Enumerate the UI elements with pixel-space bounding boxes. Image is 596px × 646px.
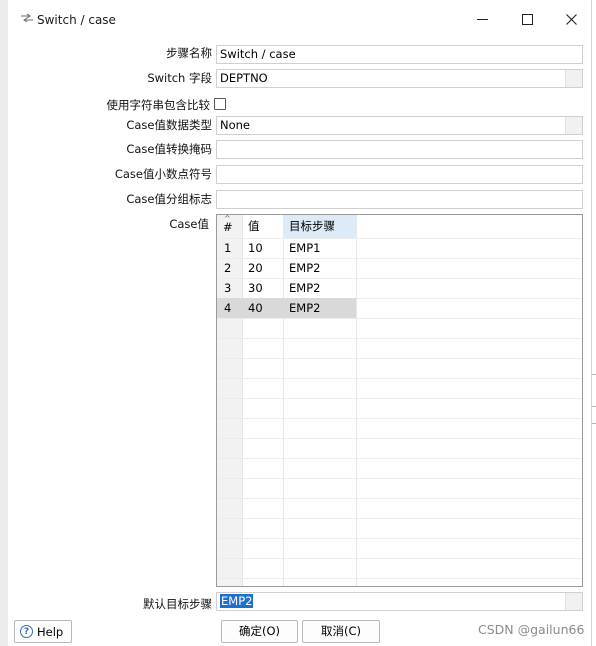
table-cell-value[interactable]: 40	[248, 299, 263, 318]
row-number: 1	[224, 241, 232, 255]
table-cell-target[interactable]: EMP2	[289, 299, 320, 318]
row-number: 3	[224, 281, 232, 295]
grouping-symbol-label: Case值分组标志	[126, 192, 212, 206]
grouping-symbol-input[interactable]	[216, 190, 583, 209]
decimal-symbol-input[interactable]	[216, 165, 583, 184]
default-target-dropdown-arrow[interactable]	[565, 593, 582, 610]
switch-field-dropdown-arrow[interactable]	[565, 70, 582, 87]
switch-field-value: DEPTNO	[220, 71, 268, 85]
case-data-type-dropdown-arrow[interactable]	[565, 117, 582, 134]
decimal-symbol-label: Case值小数点符号	[114, 167, 212, 181]
step-name-input[interactable]: Switch / case	[216, 45, 583, 64]
case-values-label: Case值	[169, 217, 209, 231]
table-header-value[interactable]: 值	[243, 215, 283, 238]
table-cell-value[interactable]: 10	[248, 239, 263, 258]
help-button[interactable]: ? Help	[14, 620, 72, 643]
selected-row-highlight	[217, 298, 356, 318]
table-header-num[interactable]: ^ #	[217, 215, 242, 238]
use-contains-checkbox[interactable]	[214, 98, 226, 110]
switch-field-select[interactable]: DEPTNO	[216, 69, 583, 88]
close-icon	[565, 13, 577, 25]
table-cell-target[interactable]: EMP2	[289, 259, 320, 278]
case-values-table[interactable]: ^ # 值 目标步骤 1 10 EMP1 2 20 EMP2 3 30 EMP2…	[216, 214, 583, 587]
close-button[interactable]	[549, 5, 593, 33]
default-target-select[interactable]: EMP2	[216, 592, 583, 611]
background-window-edge-right	[591, 0, 596, 646]
step-name-label: 步骤名称	[166, 46, 212, 60]
table-cell-value[interactable]: 30	[248, 279, 263, 298]
switch-step-icon	[20, 13, 34, 23]
minimize-button[interactable]	[460, 5, 504, 33]
table-cell-target[interactable]: EMP2	[289, 279, 320, 298]
row-number: 4	[224, 301, 232, 315]
table-cell-value[interactable]: 20	[248, 259, 263, 278]
case-data-type-value: None	[220, 118, 251, 132]
conversion-mask-label: Case值转换掩码	[126, 142, 212, 156]
switch-field-label: Switch 字段	[147, 71, 212, 85]
watermark-text: CSDN @gailun66	[478, 622, 585, 637]
window-title: Switch / case	[37, 13, 116, 27]
table-cell-target[interactable]: EMP1	[289, 239, 320, 258]
minimize-icon	[476, 18, 488, 20]
maximize-icon	[521, 13, 533, 25]
cancel-button[interactable]: 取消(C)	[302, 620, 380, 643]
conversion-mask-input[interactable]	[216, 140, 583, 159]
help-icon: ?	[20, 625, 33, 638]
maximize-button[interactable]	[505, 5, 549, 33]
case-data-type-label: Case值数据类型	[126, 118, 212, 132]
case-data-type-select[interactable]: None	[216, 116, 583, 135]
default-target-value: EMP2	[220, 594, 254, 608]
switch-case-dialog: Switch / case 步骤名称 Switch / case Switch …	[8, 0, 591, 646]
help-button-label: Help	[37, 624, 64, 639]
row-number: 2	[224, 261, 232, 275]
ok-button[interactable]: 确定(O)	[221, 620, 298, 643]
use-contains-label: 使用字符串包含比较	[106, 98, 211, 112]
table-header-target[interactable]: 目标步骤	[284, 215, 356, 238]
title-bar: Switch / case	[8, 0, 591, 38]
default-target-label: 默认目标步骤	[143, 597, 212, 611]
